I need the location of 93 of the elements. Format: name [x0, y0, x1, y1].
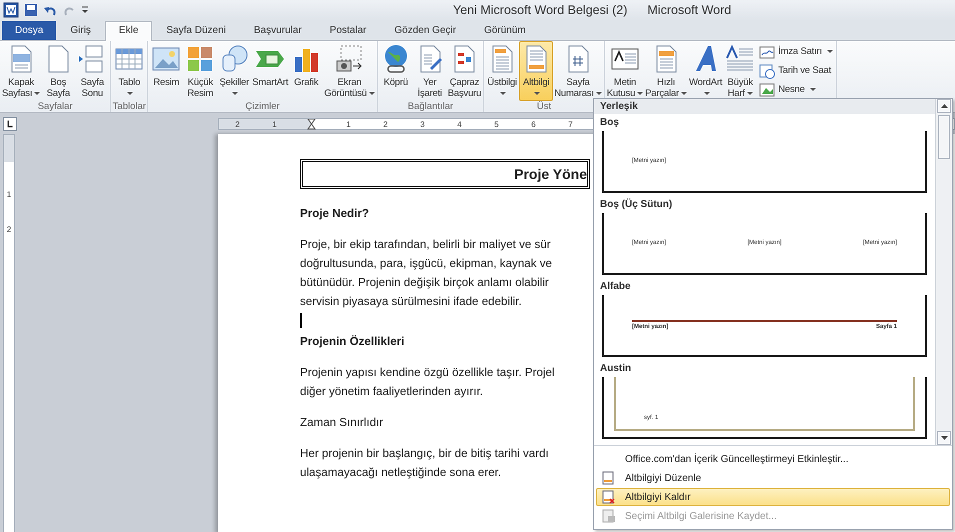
- app-name: Microsoft Word: [647, 3, 732, 17]
- ribbon-tab[interactable]: Ekle: [104, 21, 152, 41]
- ribbon-button[interactable]: Tarih ve Saat: [757, 62, 835, 79]
- document-title: Proje Yöne: [514, 166, 587, 182]
- window-title: Yeni Microsoft Word Belgesi (2): [453, 3, 628, 17]
- ruler-number: 6: [531, 118, 536, 128]
- ribbon-button[interactable]: Yer İşareti: [412, 41, 447, 101]
- ribbon-button[interactable]: Kapak Sayfası: [1, 41, 42, 101]
- ribbon-button[interactable]: Sayfa Sonu: [75, 41, 110, 101]
- section-heading: Yerleşik: [594, 99, 935, 114]
- menu-item[interactable]: Altbilgiyi Kaldır: [596, 488, 950, 506]
- ruler-number: 2: [6, 225, 12, 234]
- paragraph-line: Her projenin bir başlangıç, bir de bitiş tarihi vardı: [300, 446, 549, 462]
- gallery-item-name: Boş (Üç Sütun): [600, 198, 674, 212]
- ribbon-tab[interactable]: Postalar: [316, 21, 380, 40]
- caret-icon: [232, 92, 238, 95]
- ruler-number: 2: [235, 118, 240, 128]
- ruler-number: 1: [6, 190, 12, 199]
- paragraph-line: Proje, bir ekip tarafından, belirli bir maliyet ve sür: [300, 237, 551, 253]
- paragraph-line: doğrultusunda, para, işgücü, ekipman, kaynak ve: [300, 256, 552, 272]
- ruler-number: 5: [494, 118, 499, 128]
- indent-marker-icon[interactable]: [306, 118, 316, 130]
- up-arrow-icon: [940, 104, 948, 108]
- group-label: Üst: [536, 101, 552, 112]
- ruler-number: 4: [457, 118, 462, 128]
- text-cursor: [300, 313, 302, 328]
- ribbon-button[interactable]: Şekiller: [217, 41, 252, 101]
- gallery-item-name: Alfabe: [600, 280, 632, 294]
- ribbon-tab[interactable]: Başvurular: [240, 21, 316, 40]
- scroll-down-button[interactable]: [937, 431, 951, 445]
- caret-icon: [34, 92, 40, 95]
- ribbon-tab[interactable]: Gözden Geçir: [380, 21, 470, 40]
- ribbon-button[interactable]: Resim: [149, 41, 184, 101]
- caret-icon: [500, 92, 506, 95]
- ribbon-button[interactable]: Çapraz Başvuru: [446, 41, 482, 101]
- ribbon-button[interactable]: İmza Satırı: [757, 43, 835, 60]
- tab-stop-icon[interactable]: [3, 116, 17, 130]
- ribbon-button[interactable]: Köprü: [378, 41, 413, 101]
- group-label: Tablolar: [112, 101, 146, 112]
- paragraph-line: diğer yönetim faaliyetlerinden ayırır.: [300, 384, 484, 400]
- caret-icon: [596, 92, 602, 95]
- caret-icon: [704, 92, 710, 95]
- menu-item[interactable]: Office.com'dan İçerik Güncelleştirmeyi Etkinleştir...: [596, 450, 950, 468]
- caret-icon: [826, 50, 833, 53]
- ribbon-button[interactable]: Altbilgi: [519, 41, 554, 101]
- paragraph-line: ulaşamayacağı netleştiğinde sona erer.: [300, 465, 502, 481]
- ribbon-button[interactable]: Küçük Resim: [183, 41, 218, 101]
- ribbon-button[interactable]: Ekran Görüntüsü: [323, 41, 376, 101]
- customize-caret-icon[interactable]: [81, 4, 89, 16]
- save-icon[interactable]: [24, 3, 38, 17]
- caret-icon: [680, 92, 687, 95]
- caret-icon: [534, 92, 540, 95]
- edit-footer-icon: [601, 471, 615, 485]
- ribbon-button[interactable]: SmartArt: [251, 41, 290, 101]
- paragraph-line: Projenin yapısı kendine özgü özellikle taşır. Projel: [300, 365, 555, 381]
- ribbon-button[interactable]: Grafik: [289, 41, 324, 101]
- gallery-item-name: Boş: [600, 116, 620, 130]
- paragraph-line: bütünüdür. Projenin değişik birçok anlamı olabilir: [300, 275, 549, 291]
- section-heading: Projenin Özellikleri: [300, 334, 404, 350]
- group-label: Çizimler: [245, 101, 280, 112]
- section-heading: Proje Nedir?: [300, 206, 369, 222]
- paragraph-line: Zaman Sınırlıdır: [300, 415, 384, 431]
- ribbon-button[interactable]: Tablo: [112, 41, 146, 101]
- ruler-number: 1: [346, 118, 351, 128]
- group-label: Sayfalar: [38, 101, 73, 112]
- caret-icon: [746, 92, 753, 95]
- ribbon-tab[interactable]: Görünüm: [470, 21, 540, 40]
- save-selection-icon: [601, 509, 615, 523]
- ribbon-button[interactable]: Üstbilgi: [485, 41, 520, 101]
- file-tab[interactable]: Dosya: [2, 21, 56, 40]
- group-label: Bağlantılar: [408, 101, 454, 112]
- scroll-thumb[interactable]: [938, 115, 950, 159]
- menu-item[interactable]: Altbilgiyi Düzenle: [596, 469, 950, 487]
- scroll-up-button[interactable]: [937, 99, 951, 113]
- ribbon-button[interactable]: Nesne: [757, 81, 835, 98]
- ruler-number: 7: [568, 118, 573, 128]
- caret-icon: [127, 92, 134, 95]
- caret-icon: [637, 92, 644, 95]
- ribbon-tab[interactable]: Sayfa Düzeni: [152, 21, 240, 40]
- word-app-icon[interactable]: [3, 2, 19, 18]
- caret-icon: [368, 92, 375, 95]
- ruler-number: 2: [383, 118, 388, 128]
- signature-icon: [759, 44, 776, 60]
- ribbon-button[interactable]: Boş Sayfa: [41, 41, 76, 101]
- caret-icon: [810, 88, 816, 91]
- gallery-item-name: Austin: [600, 362, 632, 376]
- paragraph-line: servisin piyasaya sürülmesini ifade edebilir.: [300, 294, 522, 310]
- remove-footer-icon: [601, 490, 615, 504]
- ruler-number: 3: [420, 118, 425, 128]
- ribbon-tab[interactable]: Giriş: [56, 21, 105, 40]
- down-arrow-icon: [940, 436, 948, 440]
- ribbon-button[interactable]: Sayfa Numarası: [553, 41, 603, 101]
- ruler-number: 1: [272, 118, 277, 128]
